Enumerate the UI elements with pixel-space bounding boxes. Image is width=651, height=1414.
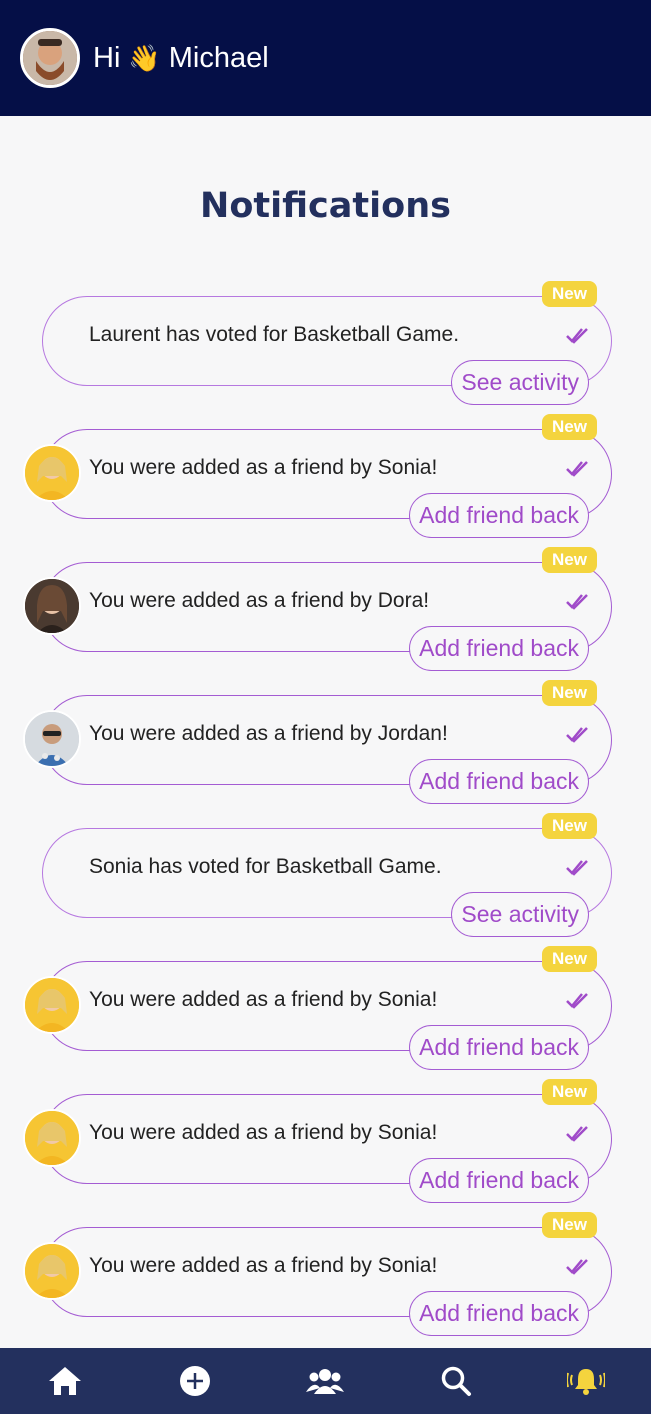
new-badge: New [542, 813, 597, 839]
see-activity-button[interactable]: See activity [451, 360, 589, 405]
new-badge: New [542, 414, 597, 440]
notification-card: New You were added as a friend by Sonia!… [23, 946, 612, 1070]
notification-card: New You were added as a friend by Sonia!… [23, 1079, 612, 1203]
app-header: Hi 👋 Michael [0, 0, 651, 116]
add-friend-back-button[interactable]: Add friend back [409, 493, 589, 538]
greeting: Hi 👋 Michael [93, 42, 269, 75]
double-check-icon [566, 461, 588, 477]
notification-card: New Laurent has voted for Basketball Gam… [42, 281, 612, 405]
notification-card: New Sonia has voted for Basketball Game.… [42, 813, 612, 937]
new-badge: New [542, 680, 597, 706]
notifications-page: Notifications New Laurent has voted for … [0, 116, 651, 1348]
greeting-prefix: Hi [93, 41, 121, 74]
double-check-icon [566, 993, 588, 1009]
notification-message: You were added as a friend by Sonia! [89, 1254, 438, 1277]
notification-card: New You were added as a friend by Jordan… [23, 680, 612, 804]
add-friend-back-button[interactable]: Add friend back [409, 759, 589, 804]
double-check-icon [566, 328, 588, 344]
new-badge: New [542, 547, 597, 573]
notification-message: Laurent has voted for Basketball Game. [89, 323, 460, 346]
new-badge: New [542, 281, 597, 307]
nav-notifications[interactable] [556, 1356, 616, 1406]
notification-message: You were added as a friend by Sonia! [89, 456, 438, 479]
add-friend-back-button[interactable]: Add friend back [409, 626, 589, 671]
see-activity-button[interactable]: See activity [451, 892, 589, 937]
notification-message: You were added as a friend by Sonia! [89, 988, 438, 1011]
avatar[interactable] [23, 710, 81, 768]
avatar[interactable] [23, 1109, 81, 1167]
double-check-icon [566, 1126, 588, 1142]
new-badge: New [542, 946, 597, 972]
notification-message: You were added as a friend by Jordan! [89, 722, 448, 745]
avatar[interactable] [23, 1242, 81, 1300]
add-friend-back-button[interactable]: Add friend back [409, 1025, 589, 1070]
notification-card: New You were added as a friend by Dora! … [23, 547, 612, 671]
nav-add[interactable] [165, 1356, 225, 1406]
nav-home[interactable] [35, 1356, 95, 1406]
user-name: Michael [168, 41, 269, 74]
nav-search[interactable] [426, 1356, 486, 1406]
user-avatar[interactable] [20, 28, 80, 88]
notification-card: New You were added as a friend by Sonia!… [23, 414, 612, 538]
nav-friends[interactable] [295, 1356, 355, 1406]
add-icon [180, 1366, 211, 1396]
search-icon [441, 1366, 471, 1396]
bottom-nav [0, 1348, 651, 1414]
bell-icon [566, 1369, 605, 1395]
double-check-icon [566, 594, 588, 610]
add-friend-back-button[interactable]: Add friend back [409, 1291, 589, 1336]
double-check-icon [566, 860, 588, 876]
avatar[interactable] [23, 577, 81, 635]
notification-card: New You were added as a friend by Sonia!… [23, 1212, 612, 1336]
wave-emoji: 👋 [128, 42, 161, 73]
new-badge: New [542, 1212, 597, 1238]
double-check-icon [566, 1259, 588, 1275]
avatar[interactable] [23, 976, 81, 1034]
notification-message: Sonia has voted for Basketball Game. [89, 855, 442, 878]
double-check-icon [566, 727, 588, 743]
add-friend-back-button[interactable]: Add friend back [409, 1158, 589, 1203]
page-title: Notifications [200, 186, 451, 226]
new-badge: New [542, 1079, 597, 1105]
notification-message: You were added as a friend by Sonia! [89, 1121, 438, 1144]
friends-icon [306, 1369, 345, 1394]
notification-message: You were added as a friend by Dora! [89, 589, 430, 612]
avatar[interactable] [23, 444, 81, 502]
home-icon [49, 1367, 82, 1395]
